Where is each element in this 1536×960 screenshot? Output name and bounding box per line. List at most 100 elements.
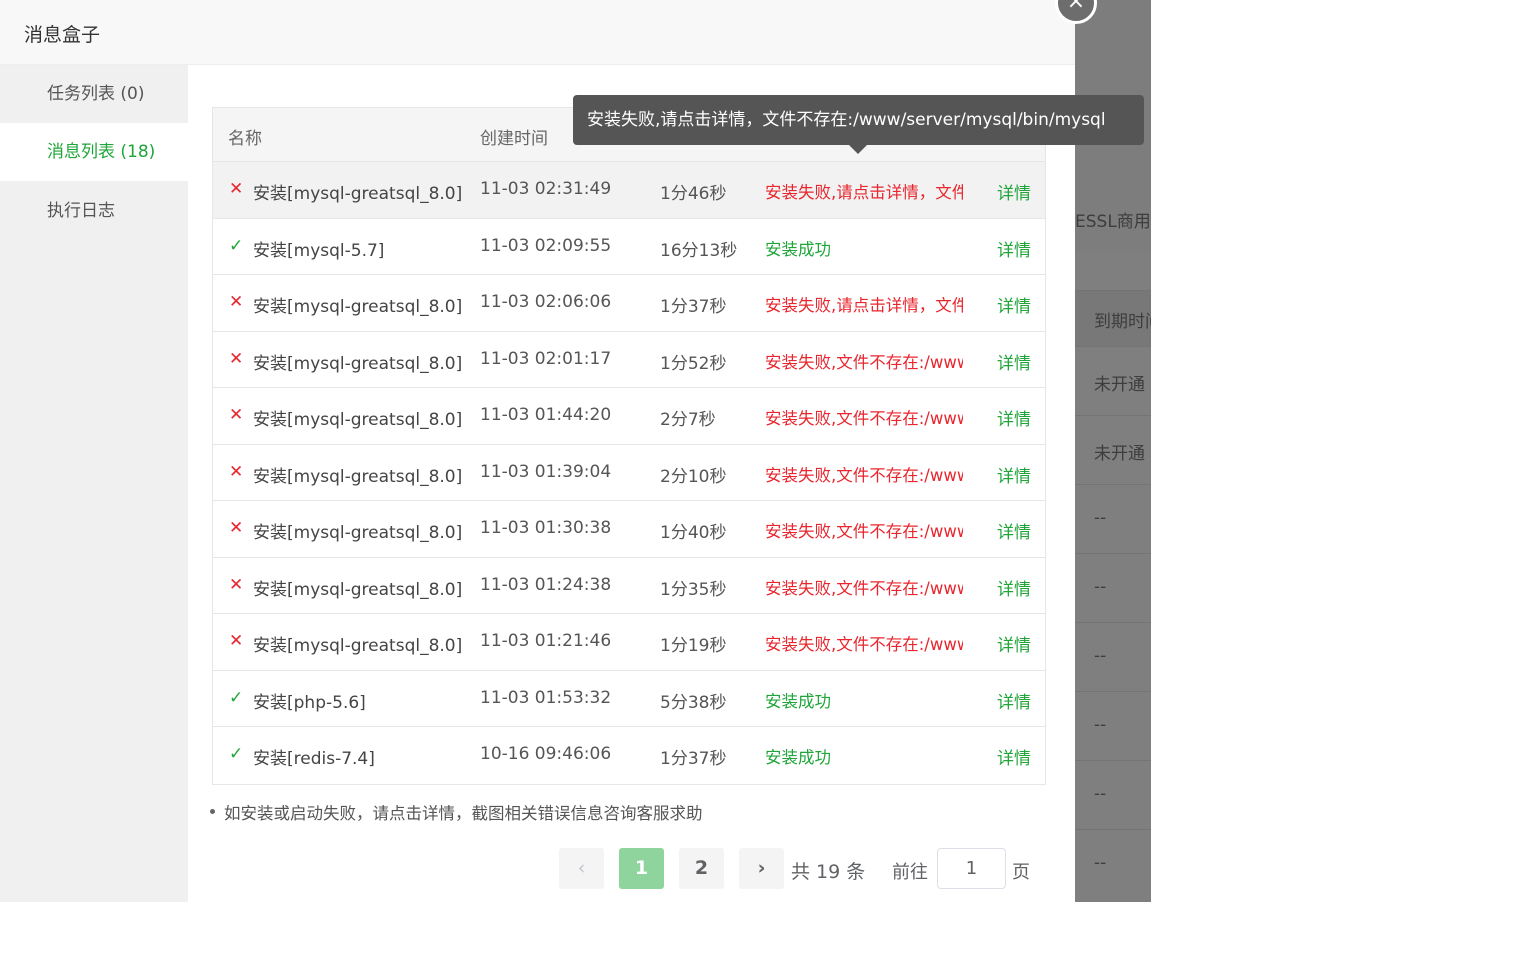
dialog-header: 消息盒子 bbox=[0, 0, 1075, 65]
page-1-button[interactable]: 1 bbox=[619, 848, 664, 889]
check-icon: ✓ bbox=[229, 687, 244, 708]
table-row: ✕ 安装[mysql-greatsql_8.0] 11-03 01:39:04 2分1… bbox=[213, 445, 1045, 501]
row-duration: 2分10秒 bbox=[660, 466, 727, 487]
row-detail-link[interactable]: 详情 bbox=[997, 744, 1031, 769]
row-created-time: 11-03 01:30:38 bbox=[480, 518, 612, 538]
table-row: ✕ 安装[mysql-greatsql_8.0] 11-03 02:01:17 1分5… bbox=[213, 332, 1045, 388]
page-unit-label: 页 bbox=[1012, 862, 1030, 883]
row-result[interactable]: 安装成功 bbox=[765, 744, 963, 768]
background-row bbox=[1075, 622, 1151, 691]
row-created-time: 11-03 01:39:04 bbox=[480, 461, 612, 482]
next-page-button[interactable]: › bbox=[739, 848, 784, 889]
cross-icon: ✕ bbox=[229, 348, 244, 369]
table-row: ✕ 安装[mysql-greatsql_8.0] 11-03 01:30:38 1分4… bbox=[213, 501, 1045, 558]
row-duration: 1分37秒 bbox=[660, 297, 727, 317]
row-created-time: 11-03 02:31:49 bbox=[480, 179, 612, 199]
row-duration: 1分37秒 bbox=[660, 749, 727, 769]
row-name: 安装[mysql-greatsql_8.0] bbox=[253, 636, 463, 656]
row-created-time: 11-03 01:21:46 bbox=[480, 631, 612, 651]
status-tooltip: 安装失败,请点击详情，文件不存在:/www/server/mysql/bin/m… bbox=[573, 95, 1144, 154]
row-duration: 5分38秒 bbox=[660, 692, 727, 713]
row-detail-link[interactable]: 详情 bbox=[997, 349, 1031, 374]
table-row: ✓ 安装[mysql-5.7] 11-03 02:09:55 16分13秒 安装成功 详情 bbox=[213, 219, 1045, 275]
row-duration: 1分52秒 bbox=[660, 353, 727, 374]
goto-label: 前往 bbox=[892, 862, 928, 883]
row-name: 安装[mysql-greatsql_8.0] bbox=[253, 523, 463, 543]
background-cell: 未开通 bbox=[1094, 444, 1145, 464]
row-result[interactable]: 安装成功 bbox=[765, 236, 963, 260]
table-row: ✕ 安装[mysql-greatsql_8.0] 11-03 01:44:20 2分7… bbox=[213, 388, 1045, 445]
row-result[interactable]: 安装失败,文件不存在:/www/server bbox=[765, 575, 963, 599]
background-cell: -- bbox=[1094, 715, 1107, 735]
table-row: ✕ 安装[mysql-greatsql_8.0] 11-03 01:24:38 1分3… bbox=[213, 558, 1045, 614]
row-duration: 1分19秒 bbox=[660, 636, 727, 656]
row-name: 安装[mysql-5.7] bbox=[253, 240, 385, 261]
background-row bbox=[1075, 760, 1151, 829]
background-cell: -- bbox=[1094, 646, 1107, 666]
row-duration: 2分7秒 bbox=[660, 410, 716, 430]
row-result[interactable]: 安装失败,请点击详情，文件不存在:/www/server/mysql/bin/m… bbox=[765, 179, 963, 203]
row-result[interactable]: 安装失败,文件不存在:/www/server bbox=[765, 349, 963, 373]
row-detail-link[interactable]: 详情 bbox=[997, 688, 1031, 713]
sidebar-item-task-list[interactable]: 任务列表 (0) bbox=[0, 65, 188, 123]
cross-icon: ✕ bbox=[229, 292, 244, 312]
row-detail-link[interactable]: 详情 bbox=[997, 631, 1031, 656]
page-2-button[interactable]: 2 bbox=[679, 848, 724, 889]
row-created-time: 11-03 01:24:38 bbox=[480, 574, 612, 595]
row-created-time: 11-03 02:01:17 bbox=[480, 348, 612, 369]
row-detail-link[interactable]: 详情 bbox=[997, 462, 1031, 487]
row-name: 安装[mysql-greatsql_8.0] bbox=[253, 410, 463, 430]
row-detail-link[interactable]: 详情 bbox=[997, 405, 1031, 430]
cross-icon: ✕ bbox=[229, 179, 244, 199]
background-cell: -- bbox=[1094, 784, 1107, 804]
row-duration: 1分40秒 bbox=[660, 523, 727, 543]
sidebar-item-execution-log[interactable]: 执行日志 bbox=[0, 182, 188, 240]
row-name: 安装[mysql-greatsql_8.0] bbox=[253, 579, 463, 600]
row-detail-link[interactable]: 详情 bbox=[997, 179, 1031, 204]
table-row: ✓ 安装[redis-7.4] 10-16 09:46:06 1分37秒 安装成功 详情 bbox=[213, 727, 1045, 784]
row-result[interactable]: 安装失败,文件不存在:/www/server bbox=[765, 462, 963, 486]
row-created-time: 11-03 01:44:20 bbox=[480, 405, 612, 425]
check-icon: ✓ bbox=[229, 744, 244, 764]
pagination: ‹ 1 2 › 共 19 条 前往 页 bbox=[559, 848, 1039, 889]
sidebar-item-message-list[interactable]: 消息列表 (18) bbox=[0, 123, 188, 181]
dialog-title: 消息盒子 bbox=[24, 24, 101, 46]
row-detail-link[interactable]: 详情 bbox=[997, 518, 1031, 543]
content-area: 名称 创建时间 ✕ 安装[mysql-greatsql_8.0] 11-03 02:… bbox=[188, 65, 1075, 902]
row-result[interactable]: 安装成功 bbox=[765, 688, 963, 712]
row-result[interactable]: 安装失败,文件不存在:/www/server bbox=[765, 518, 963, 542]
cross-icon: ✕ bbox=[229, 405, 244, 425]
row-created-time: 10-16 09:46:06 bbox=[480, 744, 612, 764]
check-icon: ✓ bbox=[229, 235, 244, 256]
message-table: 名称 创建时间 ✕ 安装[mysql-greatsql_8.0] 11-03 02:… bbox=[212, 107, 1046, 785]
cross-icon: ✕ bbox=[229, 518, 244, 538]
row-name: 安装[mysql-greatsql_8.0] bbox=[253, 184, 463, 204]
row-created-time: 11-03 01:53:32 bbox=[480, 687, 612, 708]
total-count: 共 19 条 bbox=[791, 861, 866, 883]
background-row bbox=[1075, 829, 1151, 898]
table-row: ✕ 安装[mysql-greatsql_8.0] 11-03 02:06:06 1分3… bbox=[213, 275, 1045, 332]
help-note: 如安装或启动失败，请点击详情，截图相关错误信息咨询客服求助 bbox=[210, 800, 703, 824]
background-banner-text: ESSL商用证 bbox=[1075, 212, 1151, 232]
row-result[interactable]: 安装失败,文件不存在:/www/server bbox=[765, 631, 963, 655]
sidebar: 任务列表 (0) 消息列表 (18) 执行日志 bbox=[0, 65, 188, 902]
row-created-time: 11-03 02:06:06 bbox=[480, 292, 612, 312]
cross-icon: ✕ bbox=[229, 461, 244, 482]
row-name: 安装[php-5.6] bbox=[253, 692, 366, 713]
row-detail-link[interactable]: 详情 bbox=[997, 575, 1031, 600]
background-row bbox=[1075, 484, 1151, 553]
background-column-header: 到期时间 bbox=[1094, 312, 1151, 332]
row-name: 安装[mysql-greatsql_8.0] bbox=[253, 353, 463, 374]
goto-page-input[interactable] bbox=[937, 848, 1006, 889]
row-result[interactable]: 安装失败,请点击详情，文件不存在 bbox=[765, 292, 963, 316]
table-row: ✕ 安装[mysql-greatsql_8.0] 11-03 01:21:46 1分1… bbox=[213, 614, 1045, 671]
row-name: 安装[redis-7.4] bbox=[253, 749, 375, 769]
row-detail-link[interactable]: 详情 bbox=[997, 236, 1031, 261]
prev-page-button[interactable]: ‹ bbox=[559, 848, 604, 889]
background-cell: 未开通 bbox=[1094, 375, 1145, 395]
background-row bbox=[1075, 553, 1151, 622]
row-detail-link[interactable]: 详情 bbox=[997, 292, 1031, 317]
row-name: 安装[mysql-greatsql_8.0] bbox=[253, 297, 463, 317]
row-result[interactable]: 安装失败,文件不存在:/www/server bbox=[765, 405, 963, 429]
row-duration: 1分46秒 bbox=[660, 184, 727, 204]
